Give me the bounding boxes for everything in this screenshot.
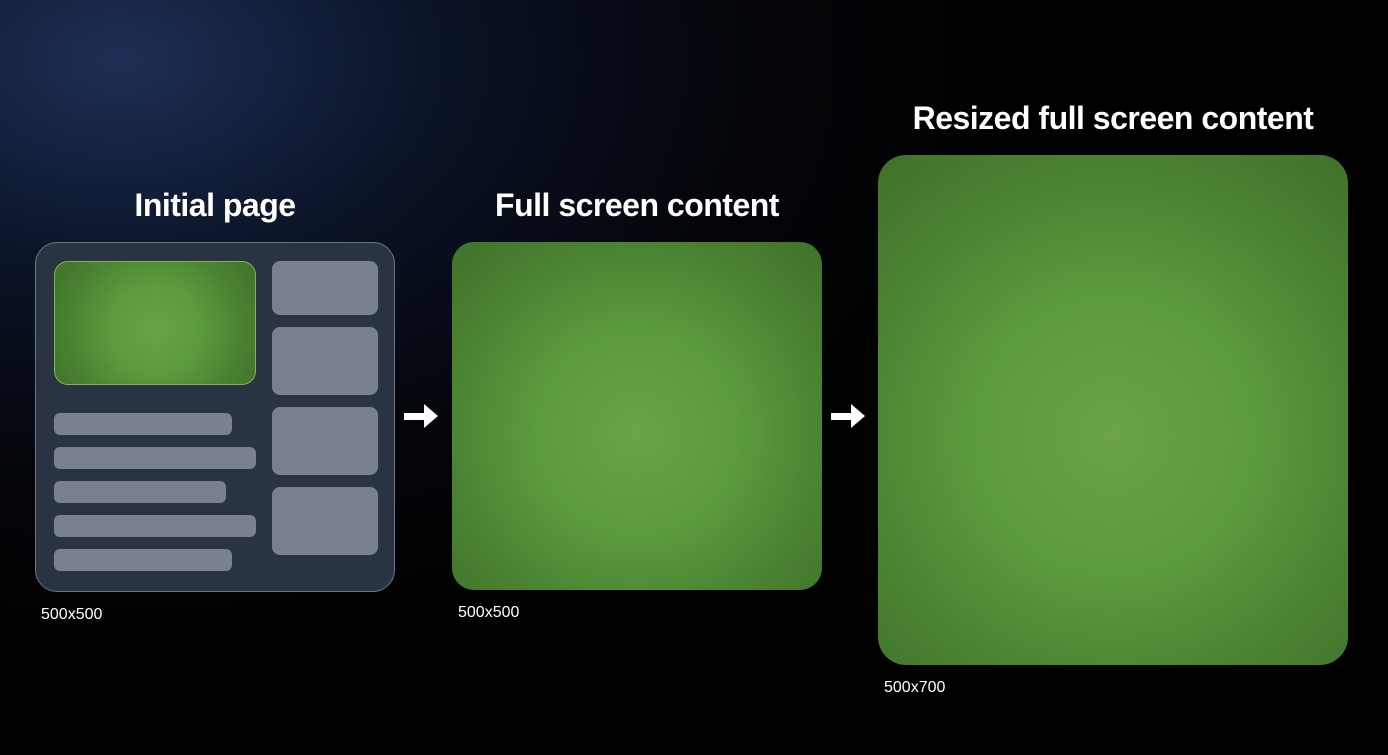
resized-title: Resized full screen content bbox=[913, 100, 1314, 137]
fullscreen-title: Full screen content bbox=[495, 187, 779, 224]
fullscreen-panel: Full screen content 500x500 bbox=[452, 187, 822, 622]
mock-text-bar bbox=[54, 413, 232, 435]
mock-sidebar-tile bbox=[272, 327, 378, 395]
initial-page-caption: 500x500 bbox=[41, 606, 102, 624]
arrow-icon bbox=[831, 404, 865, 428]
mock-right-column bbox=[272, 261, 378, 575]
resized-panel: Resized full screen content 500x700 bbox=[878, 100, 1348, 697]
mock-hero-content bbox=[54, 261, 256, 385]
initial-page-title: Initial page bbox=[134, 187, 295, 224]
initial-page-panel: Initial page 500x500 bbox=[35, 187, 395, 624]
mock-text-bar bbox=[54, 549, 232, 571]
mock-sidebar-tile bbox=[272, 261, 378, 315]
mock-text-bar bbox=[54, 481, 226, 503]
mock-page bbox=[35, 242, 395, 592]
fullscreen-content bbox=[452, 242, 822, 590]
arrow-icon bbox=[404, 404, 438, 428]
mock-left-column bbox=[54, 261, 256, 575]
mock-text-bar bbox=[54, 515, 256, 537]
mock-text-bar bbox=[54, 447, 256, 469]
resized-content bbox=[878, 155, 1348, 665]
mock-sidebar-tile bbox=[272, 487, 378, 555]
mock-sidebar-tile bbox=[272, 407, 378, 475]
resized-caption: 500x700 bbox=[884, 679, 945, 697]
fullscreen-caption: 500x500 bbox=[458, 604, 519, 622]
